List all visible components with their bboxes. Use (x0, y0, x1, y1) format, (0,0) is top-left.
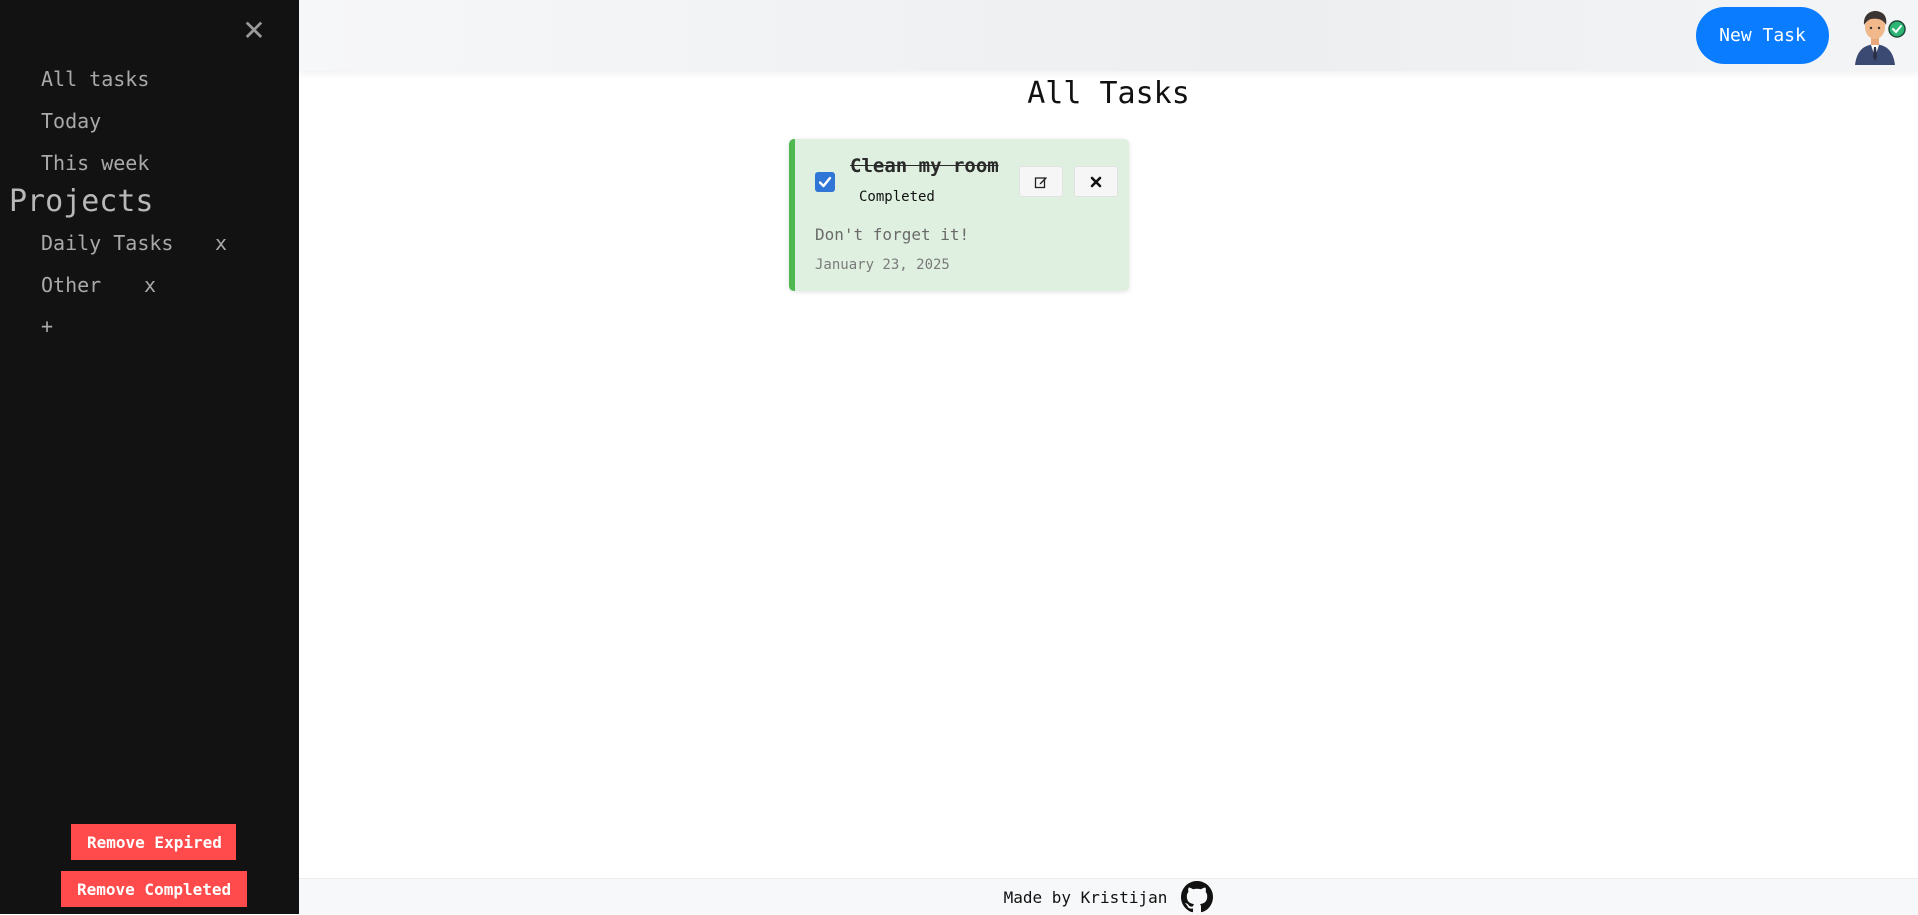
remove-completed-button[interactable]: Remove Completed (61, 871, 247, 907)
user-avatar-icon (1855, 11, 1906, 65)
checkmark-icon (818, 176, 832, 188)
project-item-other: Other x (41, 273, 156, 297)
avatar[interactable] (1847, 5, 1909, 67)
project-name[interactable]: Other (41, 273, 101, 297)
remove-expired-button[interactable]: Remove Expired (71, 824, 236, 860)
task-description: Don't forget it! (815, 225, 970, 244)
delete-task-button[interactable] (1074, 166, 1118, 197)
project-name[interactable]: Daily Tasks (41, 231, 173, 255)
edit-icon (1034, 176, 1047, 188)
close-icon (1090, 176, 1102, 187)
sidebar-item-this-week[interactable]: This week (41, 151, 149, 175)
add-project-button[interactable]: + (41, 314, 53, 338)
edit-task-button[interactable] (1019, 166, 1063, 197)
footer: Made by Kristijan (299, 878, 1918, 915)
footer-credit: Made by Kristijan (1003, 887, 1168, 907)
task-status: Completed (859, 189, 935, 205)
task-complete-checkbox[interactable] (815, 172, 835, 192)
close-sidebar-icon[interactable]: ✕ (240, 14, 268, 47)
remove-project-button[interactable]: x (144, 273, 156, 297)
task-title: Clean my room (850, 155, 999, 177)
projects-heading: Projects (9, 184, 154, 219)
new-task-button[interactable]: New Task (1696, 7, 1829, 64)
sidebar-item-today[interactable]: Today (41, 109, 101, 133)
page-title: All Tasks (1027, 76, 1190, 111)
sidebar: ✕ All tasks Today This week Projects Dai… (0, 0, 299, 914)
remove-project-button[interactable]: x (215, 231, 227, 255)
top-header: New Task (299, 0, 1918, 71)
task-due-date: January 23, 2025 (815, 257, 950, 273)
project-item-daily-tasks: Daily Tasks x (41, 231, 227, 255)
github-icon[interactable] (1181, 881, 1214, 913)
sidebar-item-all-tasks[interactable]: All tasks (41, 67, 149, 91)
task-card: Clean my room Completed Don't forget it!… (789, 139, 1129, 291)
